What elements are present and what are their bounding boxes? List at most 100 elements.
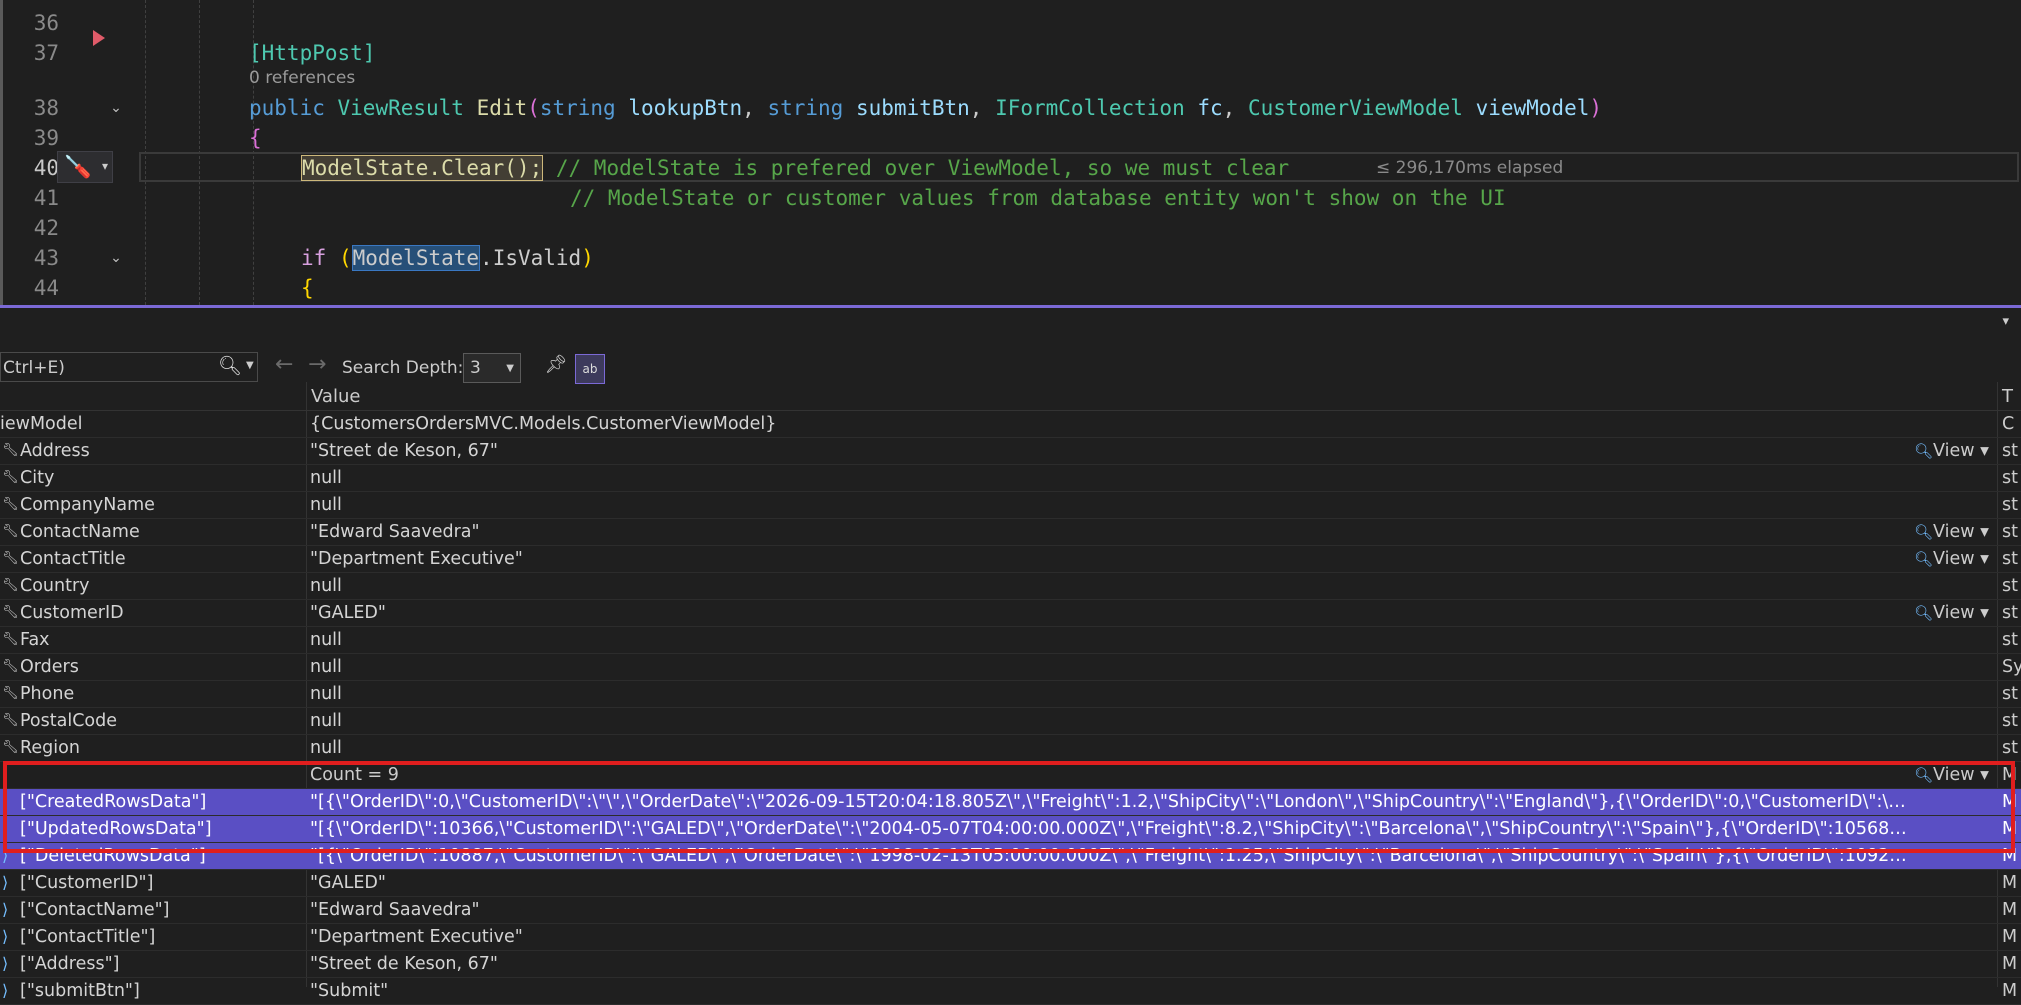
watch-row-value[interactable]: "Department Executive"	[310, 924, 1910, 950]
search-depth-select[interactable]: 3 ▼	[463, 353, 521, 383]
watch-row-value[interactable]: "Street de Keson, 67"	[310, 438, 1910, 464]
watch-row[interactable]: ⟩ ["Address"] "Street de Keson, 67" M	[0, 951, 2021, 978]
watch-row-value[interactable]: "Department Executive"	[310, 546, 1910, 572]
watch-row[interactable]: ⟩ ["CreatedRowsData"] "[{\"OrderID\":0,\"C…	[0, 789, 2021, 816]
watch-row[interactable]: ⟩ ["CustomerID"] "GALED" M	[0, 870, 2021, 897]
watch-row[interactable]: ⟩ ["ContactName"] "Edward Saavedra" M	[0, 897, 2021, 924]
screwdriver-icon: 🪛	[64, 155, 92, 180]
watch-row[interactable]: 🔧︎ Address "Street de Keson, 67" 🔍︎View ▾ st	[0, 438, 2021, 465]
watch-row-value[interactable]: null	[310, 654, 1910, 680]
run-to-cursor-icon[interactable]	[93, 30, 105, 46]
watch-row-value[interactable]: "Edward Saavedra"	[310, 519, 1910, 545]
watch-row[interactable]: 🔧︎ Fax null st	[0, 627, 2021, 654]
watch-row-type: M	[2002, 765, 2018, 785]
watch-row-value[interactable]: null	[310, 681, 1910, 707]
watch-row[interactable]: 🔧︎ Phone null st	[0, 681, 2021, 708]
watch-row-type: M	[2002, 981, 2018, 1001]
watch-rows: iewModel {CustomersOrdersMVC.Models.Custo…	[0, 411, 2021, 1005]
watch-row[interactable]: 🔧︎ ContactTitle "Department Executive" 🔍︎Vi…	[0, 546, 2021, 573]
watch-row-value[interactable]: null	[310, 735, 1910, 761]
item-icon: ⟩	[2, 819, 9, 838]
chevron-down-icon[interactable]: ▼	[246, 360, 254, 371]
item-icon: ⟩	[2, 927, 9, 946]
magnifier-icon: 🔍︎	[1914, 604, 1934, 622]
pin-icon[interactable]: 📌︎	[543, 354, 569, 382]
watch-row-value[interactable]: "Edward Saavedra"	[310, 897, 1910, 923]
watch-row-type: C	[2002, 414, 2015, 434]
search-next-icon[interactable]: →	[308, 352, 326, 377]
watch-row-type: st	[2002, 468, 2018, 488]
watch-row-name: ["Address"]	[20, 954, 120, 974]
watch-row[interactable]: 🔧︎ Orders null Sy	[0, 654, 2021, 681]
watch-row-value[interactable]: "[{\"OrderID\":0,\"CustomerID\":\"\",\"O…	[310, 789, 1910, 815]
watch-row[interactable]: 🔧︎ Region null st	[0, 735, 2021, 762]
search-icon[interactable]: 🔍︎	[218, 354, 246, 380]
watch-row-value[interactable]: null	[310, 465, 1910, 491]
watch-row-value[interactable]: "GALED"	[310, 600, 1910, 626]
line-number: 41	[33, 186, 59, 210]
watch-row-value[interactable]: Count = 9	[310, 762, 1910, 788]
watch-row-value[interactable]: "[{\"OrderID\":10887,\"CustomerID\":\"GA…	[310, 843, 1910, 869]
watch-row-name: ["submitBtn"]	[20, 981, 140, 1001]
watch-row[interactable]: Count = 9 🔍︎View ▾ M	[0, 762, 2021, 789]
watch-row-type: M	[2002, 954, 2018, 974]
watch-row-value[interactable]: null	[310, 627, 1910, 653]
chevron-down-icon: ▾	[1974, 522, 1989, 542]
watch-row[interactable]: iewModel {CustomersOrdersMVC.Models.Custo…	[0, 411, 2021, 438]
item-icon: ⟩	[2, 873, 9, 892]
watch-row-value[interactable]: "Submit"	[310, 978, 1910, 1004]
watch-row-value[interactable]: null	[310, 708, 1910, 734]
watch-row-value[interactable]: "GALED"	[310, 870, 1910, 896]
view-raw-button[interactable]: ab	[575, 354, 605, 384]
watch-row-name: Region	[20, 738, 80, 758]
watch-row-name: Country	[20, 576, 90, 596]
view-visualizer-button[interactable]: 🔍︎View ▾	[1914, 546, 1989, 572]
watch-row-value[interactable]: {CustomersOrdersMVC.Models.CustomerViewM…	[310, 411, 1910, 437]
code-line-41: // ModelState or customer values from da…	[570, 186, 1506, 210]
property-icon: 🔧︎	[2, 470, 19, 485]
codelens-references[interactable]: 0 references	[249, 68, 355, 88]
watch-row-name: PostalCode	[20, 711, 118, 731]
watch-row[interactable]: ⟩ ["DeletedRowsData"] "[{\"OrderID\":10887…	[0, 843, 2021, 870]
view-label: View	[1933, 441, 1975, 461]
view-visualizer-button[interactable]: 🔍︎View ▾	[1914, 438, 1989, 464]
quick-actions-button[interactable]: 🪛 ▾	[57, 151, 113, 183]
magnifier-icon: 🔍︎	[1914, 766, 1934, 784]
view-label: View	[1933, 522, 1975, 542]
watch-row[interactable]: ⟩ ["UpdatedRowsData"] "[{\"OrderID\":10366…	[0, 816, 2021, 843]
watch-row[interactable]: 🔧︎ CompanyName null st	[0, 492, 2021, 519]
watch-row[interactable]: 🔧︎ CustomerID "GALED" 🔍︎View ▾ st	[0, 600, 2021, 627]
watch-row[interactable]: 🔧︎ City null st	[0, 465, 2021, 492]
property-icon: 🔧︎	[2, 524, 19, 539]
column-header-value[interactable]: Value	[311, 386, 360, 407]
watch-row[interactable]: ⟩ ["submitBtn"] "Submit" M	[0, 978, 2021, 1005]
watch-row[interactable]: ⟩ ["ContactTitle"] "Department Executive" M	[0, 924, 2021, 951]
collapse-icon[interactable]: ⌄	[108, 250, 124, 266]
watch-row-value[interactable]: null	[310, 573, 1910, 599]
search-depth-value: 3	[470, 358, 481, 378]
perf-tip-elapsed: ≤ 296,170ms elapsed	[1376, 158, 1564, 178]
view-visualizer-button[interactable]: 🔍︎View ▾	[1914, 762, 1989, 788]
watch-row[interactable]: 🔧︎ ContactName "Edward Saavedra" 🔍︎View ▾ st	[0, 519, 2021, 546]
code-editor[interactable]: 36 37 38 39 40 41 42 43 44 ⌄ ⌄ 🪛 ▾ [Http…	[0, 0, 2021, 305]
item-icon: ⟩	[2, 900, 9, 919]
selected-identifier: ModelState	[351, 245, 481, 271]
watch-row-name: ContactName	[20, 522, 140, 542]
line-number: 44	[33, 276, 59, 300]
code-line-40: ModelState.Clear(); // ModelState is pre…	[301, 155, 1290, 181]
search-previous-icon[interactable]: ←	[275, 352, 293, 377]
watch-row-value[interactable]: "Street de Keson, 67"	[310, 951, 1910, 977]
watch-row-value[interactable]: "[{\"OrderID\":10366,\"CustomerID\":\"GA…	[310, 816, 1910, 842]
watch-row-type: M	[2002, 900, 2018, 920]
view-visualizer-button[interactable]: 🔍︎View ▾	[1914, 519, 1989, 545]
panel-dropdown-icon[interactable]: ▾	[2002, 314, 2009, 329]
watch-row-value[interactable]: null	[310, 492, 1910, 518]
collapse-icon[interactable]: ⌄	[108, 100, 124, 116]
watch-row-type: st	[2002, 495, 2018, 515]
watch-row-type: Sy	[2002, 657, 2021, 677]
watch-row[interactable]: 🔧︎ PostalCode null st	[0, 708, 2021, 735]
watch-row[interactable]: 🔧︎ Country null st	[0, 573, 2021, 600]
column-header-type[interactable]: T	[2002, 386, 2013, 407]
property-icon: 🔧︎	[2, 713, 19, 728]
view-visualizer-button[interactable]: 🔍︎View ▾	[1914, 600, 1989, 626]
